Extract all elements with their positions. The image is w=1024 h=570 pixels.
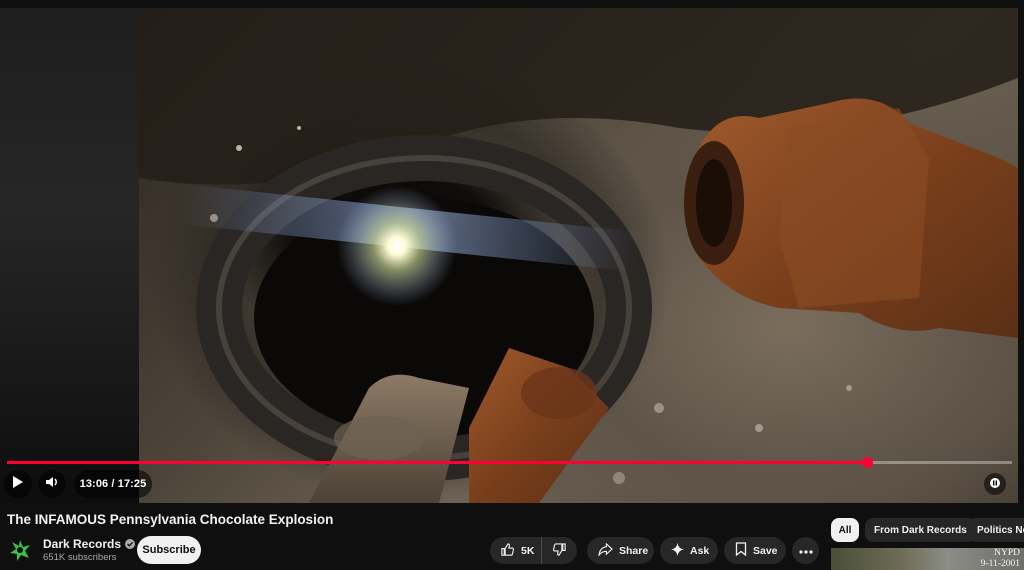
- progress-bar[interactable]: [7, 457, 1012, 468]
- dark-records-logo-icon: [10, 540, 30, 561]
- more-horizontal-icon: [798, 545, 813, 557]
- video-scene: [139, 8, 1018, 503]
- sparkle-icon: [671, 542, 684, 559]
- volume-icon: [45, 475, 59, 494]
- player-right-edge: [1018, 8, 1024, 503]
- thumbs-down-icon: [552, 542, 567, 560]
- thumbnail-caption: NYPD 9-11-2001: [981, 548, 1020, 570]
- share-button[interactable]: Share: [587, 537, 654, 564]
- channel-name-row[interactable]: Dark Records: [43, 537, 136, 551]
- like-count: 5K: [521, 544, 535, 557]
- ask-button[interactable]: Ask: [660, 537, 718, 564]
- player-left-letterbox: [0, 8, 139, 503]
- save-label: Save: [753, 544, 778, 557]
- video-player[interactable]: 13:06 / 17:25: [0, 0, 1024, 503]
- more-actions-button[interactable]: [792, 537, 819, 564]
- progress-scrubber[interactable]: [862, 457, 873, 468]
- bookmark-icon: [735, 542, 747, 559]
- pause-indicator-button[interactable]: [984, 473, 1006, 495]
- subscribe-button[interactable]: Subscribe: [137, 536, 201, 564]
- time-display: 13:06 / 17:25: [74, 470, 152, 498]
- like-dislike-group: 5K: [490, 537, 577, 564]
- subscriber-count: 651K subscribers: [43, 552, 117, 563]
- thumbs-up-icon: [500, 542, 515, 560]
- top-strip: [0, 0, 1024, 8]
- channel-name[interactable]: Dark Records: [43, 537, 121, 551]
- play-icon: [12, 475, 24, 494]
- thumbnail-caption-line1: NYPD: [994, 548, 1020, 558]
- verified-icon: [125, 539, 136, 549]
- pause-icon: [990, 475, 1000, 493]
- video-title: The INFAMOUS Pennsylvania Chocolate Expl…: [7, 512, 334, 527]
- play-button[interactable]: [4, 470, 32, 498]
- video-frame[interactable]: [139, 8, 1018, 503]
- chip-politics-news[interactable]: Politics New: [968, 518, 1024, 542]
- recommendation-chips: All From Dark Records Politics New: [831, 518, 1024, 542]
- channel-avatar[interactable]: [6, 536, 34, 564]
- dislike-button[interactable]: [542, 537, 577, 564]
- progress-played: [7, 461, 867, 464]
- volume-button[interactable]: [38, 470, 66, 498]
- recommended-video-thumbnail[interactable]: NYPD 9-11-2001: [831, 548, 1024, 570]
- chip-from-dark-records[interactable]: From Dark Records: [865, 518, 976, 542]
- thumbnail-caption-line2: 9-11-2001: [980, 559, 1020, 569]
- share-label: Share: [619, 544, 649, 557]
- share-arrow-icon: [598, 542, 613, 559]
- like-button[interactable]: 5K: [490, 537, 542, 564]
- chip-all[interactable]: All: [831, 518, 859, 542]
- save-button[interactable]: Save: [724, 537, 786, 564]
- ask-label: Ask: [690, 544, 710, 557]
